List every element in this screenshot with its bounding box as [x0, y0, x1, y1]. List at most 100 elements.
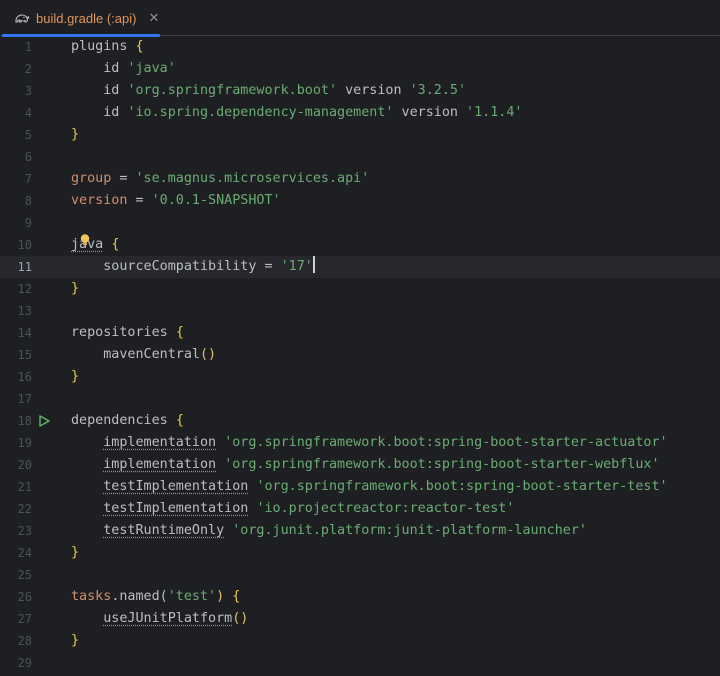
code-line-14[interactable]: 14 repositories {: [0, 322, 720, 344]
editor-tab-bar: build.gradle (:api) ✕: [0, 0, 720, 37]
code-token: (): [200, 347, 217, 362]
code-line-12[interactable]: 12}: [0, 278, 720, 300]
code-text: }: [71, 124, 79, 146]
code-line-6[interactable]: 6: [0, 146, 720, 168]
code-line-22[interactable]: 22 testImplementation 'io.projectreactor…: [0, 498, 720, 520]
code-token: version: [71, 193, 128, 208]
code-token: {: [232, 589, 241, 604]
code-line-10[interactable]: 10 java {: [0, 234, 720, 256]
code-text: }: [71, 630, 79, 652]
code-text: version = '0.0.1-SNAPSHOT': [71, 190, 281, 212]
code-token: {: [175, 325, 184, 340]
lightbulb-icon[interactable]: [78, 233, 92, 247]
code-line-15[interactable]: 15 mavenCentral(): [0, 344, 720, 366]
run-gutter-icon[interactable]: [38, 415, 50, 427]
code-line-8[interactable]: 8 version = '0.0.1-SNAPSHOT': [0, 190, 720, 212]
code-line-21[interactable]: 21 testImplementation 'org.springframewo…: [0, 476, 720, 498]
code-token: 'org.junit.platform:junit-platform-launc…: [232, 523, 587, 538]
code-token: implementation: [103, 435, 217, 450]
code-line-11[interactable]: 11 sourceCompatibility = '17': [0, 256, 720, 278]
code-line-1[interactable]: 1 plugins {: [0, 36, 720, 58]
code-token: }: [71, 545, 80, 560]
code-token: testImplementation: [103, 501, 249, 516]
code-line-28[interactable]: 28}: [0, 630, 720, 652]
code-line-26[interactable]: 26 tasks.named('test') {: [0, 586, 720, 608]
line-number: 25: [17, 568, 32, 582]
code-token: id: [71, 61, 128, 76]
code-text: repositories {: [71, 322, 184, 344]
code-token: 'org.springframework.boot:spring-boot-st…: [224, 435, 668, 450]
code-text: useJUnitPlatform(): [71, 608, 248, 630]
code-token: {: [175, 413, 184, 428]
code-line-20[interactable]: 20 implementation 'org.springframework.b…: [0, 454, 720, 476]
line-number: 26: [17, 590, 32, 604]
code-text: sourceCompatibility = '17': [71, 256, 315, 278]
code-line-23[interactable]: 23 testRuntimeOnly 'org.junit.platform:j…: [0, 520, 720, 542]
code-line-24[interactable]: 24}: [0, 542, 720, 564]
code-token: repositories: [71, 325, 168, 340]
code-editor[interactable]: 1 plugins {2 id 'java' 3 id 'org.springfra…: [0, 36, 720, 676]
line-number: 22: [17, 502, 32, 516]
code-text: mavenCentral(): [71, 344, 216, 366]
line-number: 18: [17, 414, 32, 428]
code-token: group: [71, 171, 112, 186]
code-token: {: [135, 39, 144, 54]
code-line-17[interactable]: 17: [0, 388, 720, 410]
line-number: 23: [17, 524, 32, 538]
code-token: implementation: [103, 457, 217, 472]
code-line-2[interactable]: 2 id 'java': [0, 58, 720, 80]
code-token: testRuntimeOnly: [103, 523, 225, 538]
line-number: 8: [24, 194, 32, 208]
code-line-4[interactable]: 4 id 'io.spring.dependency-management' v…: [0, 102, 720, 124]
code-line-9[interactable]: 9: [0, 212, 720, 234]
line-number: 11: [17, 260, 32, 274]
line-number: 17: [17, 392, 32, 406]
code-text: group = 'se.magnus.microservices.api': [71, 168, 369, 190]
code-line-29[interactable]: 29: [0, 652, 720, 674]
code-token: }: [71, 633, 80, 648]
line-number: 20: [17, 458, 32, 472]
code-text: id 'org.springframework.boot' version '3…: [71, 80, 466, 102]
line-number: 15: [17, 348, 32, 362]
text-caret: [312, 256, 315, 273]
line-number: 19: [17, 436, 32, 450]
code-text: tasks.named('test') {: [71, 586, 240, 608]
code-token: plugins: [71, 39, 128, 54]
code-line-18[interactable]: 18 dependencies {: [0, 410, 720, 432]
code-token: }: [71, 127, 80, 142]
code-token: 'org.springframework.boot': [127, 83, 338, 98]
code-line-27[interactable]: 27 useJUnitPlatform(): [0, 608, 720, 630]
code-line-19[interactable]: 19 implementation 'org.springframework.b…: [0, 432, 720, 454]
code-token: '3.2.5': [409, 83, 467, 98]
code-text: dependencies {: [71, 410, 184, 432]
line-number: 3: [24, 84, 32, 98]
line-number: 14: [17, 326, 32, 340]
close-icon[interactable]: ✕: [148, 10, 159, 26]
code-token: useJUnitPlatform: [103, 611, 233, 626]
code-token: {: [111, 237, 120, 252]
code-line-3[interactable]: 3 id 'org.springframework.boot' version …: [0, 80, 720, 102]
line-number: 13: [17, 304, 32, 318]
code-token: =: [111, 171, 136, 186]
line-number: 4: [24, 106, 32, 120]
line-number: 10: [17, 238, 32, 252]
code-text: }: [71, 542, 79, 564]
tab-build-gradle[interactable]: build.gradle (:api) ✕: [0, 0, 160, 37]
code-line-13[interactable]: 13: [0, 300, 720, 322]
code-token: version: [393, 105, 467, 120]
code-line-7[interactable]: 7 group = 'se.magnus.microservices.api': [0, 168, 720, 190]
code-text: testImplementation 'io.projectreactor:re…: [71, 498, 514, 520]
line-number: 27: [17, 612, 32, 626]
code-line-25[interactable]: 25: [0, 564, 720, 586]
code-line-5[interactable]: 5}: [0, 124, 720, 146]
code-token: 'se.magnus.microservices.api': [135, 171, 370, 186]
code-line-16[interactable]: 16}: [0, 366, 720, 388]
